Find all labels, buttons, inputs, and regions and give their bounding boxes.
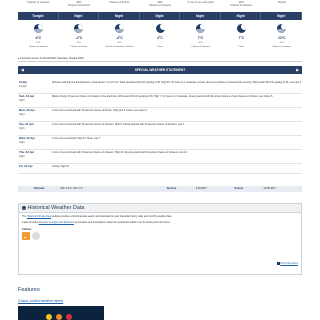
moon-cloud-rain-icon[interactable] <box>33 23 43 33</box>
moon-cloud-rain-icon[interactable] <box>277 23 287 33</box>
day-forecast-text: Cloudy. High 16. <box>52 165 70 168</box>
rss-feed-icon[interactable] <box>22 232 30 241</box>
sunset-value: 19:58 EDT <box>263 187 276 190</box>
historical-weather-header[interactable]: + Historical Weather Data <box>19 204 301 213</box>
forecast-issued-text: Forecast issued: 11:00 AM EDT Saturday 1… <box>20 57 84 60</box>
forecast-issued[interactable]: ▸Forecast issued: 11:00 AM EDT Saturday … <box>18 57 302 62</box>
prior-forecast-strip: Chance of showers 40% Chance of showers C… <box>18 0 302 12</box>
strip-cell: 40% Chance of showers <box>67 1 90 7</box>
day-forecast-text: A mix of sun and cloud with 30 percent c… <box>52 123 185 126</box>
features-heading: Features <box>18 287 40 293</box>
sunrise-label: Sunrise <box>166 187 177 190</box>
forecast-period-label: Night <box>140 12 181 20</box>
normals-value: Max 13°C. Min 2°C <box>60 187 83 190</box>
night-forecast-header: Tonight Night Night Night Night Night Ni… <box>18 12 303 20</box>
day-forecast-text: A mix of sun and cloud with 30 percent c… <box>52 109 148 112</box>
moon-cloud-rain-icon[interactable] <box>196 23 206 33</box>
forecast-period-label: Tonight <box>18 12 59 20</box>
day-forecast-row: Thu, 23 Apr Night A mix of sun and cloud … <box>18 150 302 164</box>
normals-row: Normals Max 13°C. Min 2°C Sunrise 6:20 E… <box>18 186 302 192</box>
forecast-period-label: Night <box>180 12 221 20</box>
subscribe-icon[interactable] <box>32 232 40 241</box>
arrow-right-icon[interactable]: ▶ <box>296 66 299 74</box>
day-sub: Tonight <box>19 84 27 88</box>
forecast-desc: Chance of flurries <box>70 46 88 48</box>
forecast-desc: Clear <box>157 46 163 48</box>
historical-weather-panel: + Historical Weather Data The Historical… <box>18 203 302 275</box>
moon-cloud-icon[interactable] <box>74 23 84 33</box>
day-forecast-row: Today Tonight Showers with risk of a thun… <box>18 80 302 94</box>
forecast-period-label: Night <box>261 12 303 20</box>
moon-icon[interactable] <box>155 23 165 33</box>
arrow-left-icon[interactable]: ◀ <box>21 66 24 74</box>
day-forecast-text: Showers with risk of a thunderstorm. Loc… <box>52 81 302 84</box>
day-forecast-text: Mainly cloudy. 60 percent chance of show… <box>52 95 273 98</box>
night-forecast-icons <box>18 20 302 36</box>
yellow-alert-dot <box>46 314 52 320</box>
day-forecast-text: A mix of sun and cloud. High 14. Clear. … <box>52 137 101 140</box>
strip-cell: Cloudy <box>277 1 286 4</box>
follow-label: Follow: <box>22 226 32 231</box>
colour-coded-alerts-link[interactable]: Colour-coded weather alerts <box>18 299 63 303</box>
day-sub: Night <box>19 140 25 144</box>
alerts-feature-image[interactable] <box>18 306 104 320</box>
strip-cell: A mix of sun and cloud <box>187 1 214 4</box>
detailed-forecast: Today Tonight Showers with risk of a thun… <box>18 80 302 174</box>
orange-alert-dot <box>56 314 62 320</box>
day-forecast-row: Wed, 22 Apr Night A mix of sun and cloud.… <box>18 136 302 150</box>
day-sub: Night <box>19 98 25 102</box>
forecast-period-label: Night <box>59 12 100 20</box>
almanac-averages-link[interactable]: Almanac Averages and Extremes <box>39 221 74 224</box>
strip-cell: 40% Chance of showers <box>148 1 172 7</box>
historical-weather-title: Historical Weather Data <box>27 205 85 211</box>
day-forecast-row: Fri, 24 Apr Cloudy. High 16. <box>18 164 302 174</box>
day-sub: Night <box>19 126 25 130</box>
day-forecast-row: Mon, 20 Apr Night A mix of sun and cloud … <box>18 108 302 122</box>
forecast-desc: Clear <box>238 46 244 48</box>
forecast-period-label: Night <box>221 12 262 20</box>
day-sub: Night <box>19 112 25 116</box>
day-forecast-text: A mix of sun and cloud with 30 percent c… <box>52 151 188 154</box>
special-weather-statement-banner[interactable]: ◀ SPECIAL WEATHER STATEMENT ▶ <box>18 66 302 74</box>
sunset-label: Sunset <box>234 187 244 190</box>
special-statement-label: SPECIAL WEATHER STATEMENT <box>134 68 186 72</box>
historical-line-2: It also provides Almanac Averages and Ex… <box>22 220 171 224</box>
forecast-desc: Chance of showers or flurries <box>105 46 134 48</box>
strip-cell: Chance of flurries <box>109 1 130 4</box>
historical-line-1: The Historical Climate Data website prov… <box>22 215 173 218</box>
moon-cloud-snow-icon[interactable] <box>114 23 124 33</box>
normals-label: Normals <box>34 187 45 190</box>
forecast-desc: Chance of showers <box>28 46 48 48</box>
strip-cell: 40% Chance of showers <box>230 1 253 7</box>
forecast-period-label: Night <box>99 12 140 20</box>
day-sub: Night <box>19 154 25 158</box>
print-instructions-link[interactable]: Print instructions <box>276 261 298 265</box>
historical-climate-data-link[interactable]: Historical Climate Data <box>27 215 51 218</box>
moon-icon[interactable] <box>236 23 246 33</box>
day-forecast-row: Sun, 19 Apr Night Mainly cloudy. 60 perce… <box>18 94 302 108</box>
day-name: Fri, 24 Apr <box>19 164 33 168</box>
forecast-desc: Chance of showers <box>272 46 292 48</box>
day-forecast-row: Tue, 21 Apr Night A mix of sun and cloud … <box>18 122 302 136</box>
sunrise-value: 6:20 EDT <box>195 187 207 190</box>
historical-weather-body: The Historical Climate Data website prov… <box>19 213 301 242</box>
night-forecast-descriptions: Chance of showers Chance of flurries Cha… <box>18 46 302 56</box>
forecast-desc: Chance of showers <box>191 46 210 48</box>
plus-icon[interactable]: + <box>22 206 26 210</box>
strip-cell: Chance of showers <box>27 1 50 4</box>
follow-icons <box>22 232 298 241</box>
red-alert-dot <box>66 314 72 320</box>
